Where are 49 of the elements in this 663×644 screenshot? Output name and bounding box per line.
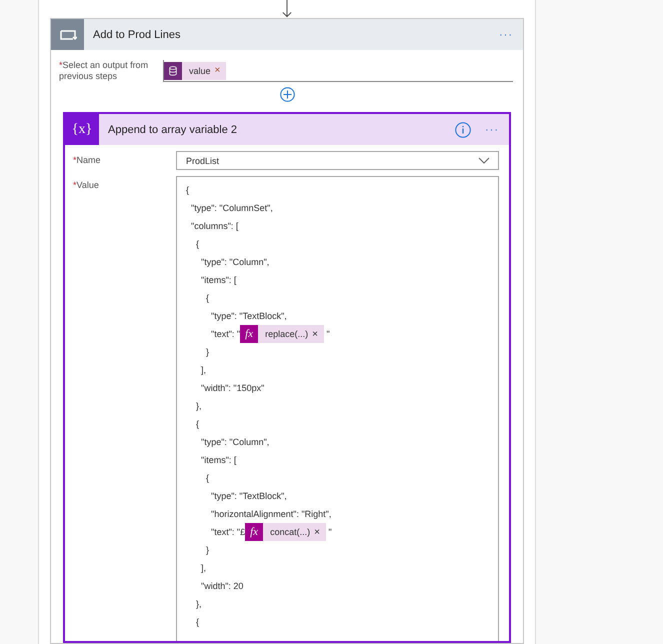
code-text: "width": 20 — [200, 581, 244, 591]
code-text: "horizontalAlignment": "Right", — [210, 509, 332, 519]
code-text: "type": "ColumnSet", — [190, 203, 273, 213]
code-text: " — [325, 329, 330, 339]
loop-title: Add to Prod Lines — [93, 28, 182, 40]
arrow-down-icon — [280, 0, 294, 18]
chevron-down-icon — [478, 157, 490, 164]
code-text: }, — [195, 599, 202, 609]
code-text: "type": "TextBlock", — [210, 491, 287, 501]
code-text: "items": [ — [200, 455, 236, 465]
code-text: { — [195, 617, 200, 627]
code-text: ], — [200, 563, 206, 573]
expression-token[interactable]: fx concat(...) × — [245, 523, 326, 541]
code-text: "text": " — [210, 329, 240, 339]
code-text: { — [205, 293, 210, 303]
add-step-icon[interactable] — [280, 87, 294, 102]
name-dropdown[interactable]: ProdList — [176, 151, 499, 170]
code-text: } — [205, 545, 210, 555]
code-text: "width": "150px" — [200, 383, 264, 393]
expression-token[interactable]: fx replace(...) × — [240, 325, 324, 343]
code-text: "type": "Column", — [200, 437, 270, 447]
code-text: "type": "Column", — [200, 257, 270, 267]
value-token[interactable]: value × — [164, 62, 226, 80]
code-text: "type": "TextBlock", — [210, 311, 287, 321]
code-text: { — [205, 473, 210, 483]
code-text: "items": [ — [200, 275, 236, 285]
code-text: "columns": [ — [190, 221, 238, 231]
function-icon: fx — [240, 325, 258, 343]
database-icon — [164, 62, 182, 80]
action-title: Append to array variable 2 — [108, 124, 238, 136]
loop-header[interactable]: Add to Prod Lines ··· — [51, 19, 523, 50]
code-text: ], — [200, 365, 206, 375]
action-header[interactable]: {x} Append to array variable 2 ··· — [65, 114, 509, 145]
info-icon[interactable] — [455, 122, 471, 138]
field-label: *Value — [73, 179, 100, 192]
code-text: { — [186, 185, 190, 195]
variable-icon: {x} — [65, 114, 99, 145]
code-text: { — [195, 419, 200, 429]
code-text: } — [205, 347, 210, 357]
field-label: *Select an output from previous steps — [59, 60, 150, 82]
function-icon: fx — [245, 523, 264, 541]
code-text: { — [195, 239, 200, 249]
code-text: }, — [195, 401, 202, 411]
field-label: *Name — [73, 154, 102, 167]
code-text: "text": "£ — [210, 527, 246, 537]
output-field[interactable]: value × — [163, 60, 513, 82]
code-text: " — [327, 527, 332, 537]
more-menu[interactable]: ··· — [499, 28, 513, 40]
value-editor[interactable] — [176, 176, 499, 641]
